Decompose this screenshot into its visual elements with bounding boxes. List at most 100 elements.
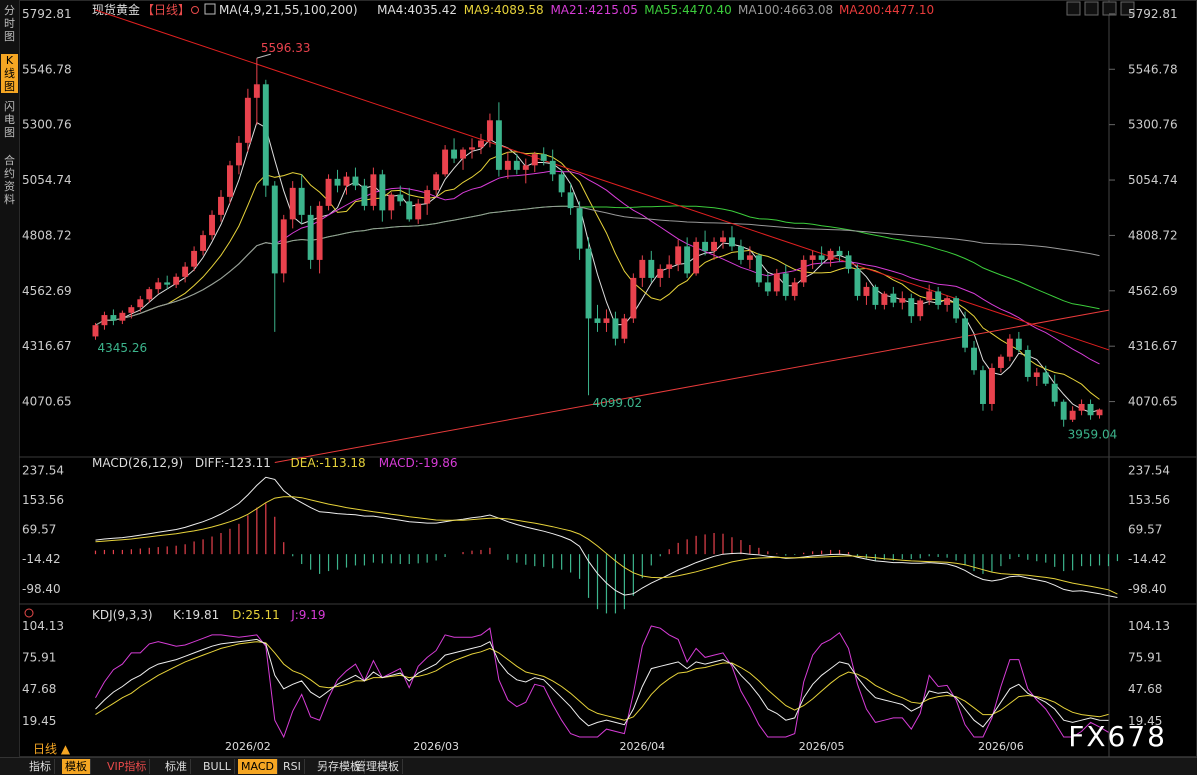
ma-legend-1: MA4:4035.42 [377, 3, 457, 17]
candle-body [755, 255, 762, 283]
candle-body [693, 241, 700, 274]
candle-body [612, 318, 619, 339]
candle-body [1024, 349, 1031, 377]
chart-canvas[interactable]: 现货黄金 【日线】 MA(4,9,21,55,100,200) MA4:4035.42… [19, 0, 1197, 757]
candle-body [406, 201, 413, 220]
candle-body [155, 282, 162, 290]
macd-legend-2: DEA:-113.18 [291, 456, 366, 470]
macd-ytick-right-1: 153.56 [1128, 493, 1170, 507]
annotation-1: 4345.26 [97, 341, 147, 355]
macd-ytick-right-3: -14.42 [1128, 552, 1167, 566]
candle-body [702, 241, 709, 251]
bottom-tab-2[interactable]: VIP指标 [104, 759, 151, 774]
bottom-tab-8[interactable]: 管理模板 [352, 759, 403, 774]
candle-body [971, 347, 977, 371]
candle-body [110, 315, 117, 321]
main-ytick-right-6: 4316.67 [1128, 339, 1178, 353]
rail-tab-2[interactable]: 闪电图 [1, 100, 18, 139]
candle-body [522, 165, 529, 170]
candle-body [191, 250, 198, 267]
macd-legend-1: DIFF:-123.11 [195, 456, 271, 470]
candle-body [379, 174, 386, 211]
ma21-line [95, 170, 1100, 365]
main-ytick-right-5: 4562.69 [1128, 284, 1178, 298]
candle-body [253, 84, 260, 98]
candle-body [1015, 338, 1022, 350]
candle-body [101, 315, 108, 326]
add-icon [191, 6, 199, 14]
candle-body [962, 318, 969, 348]
candle-body [460, 149, 466, 159]
ma4-line [95, 121, 1100, 413]
rail-tab-3[interactable]: 合约资料 [1, 154, 18, 206]
candle-body [773, 273, 780, 292]
candle-body [1060, 401, 1067, 420]
candle-body [603, 318, 610, 323]
watermark-logo: FX678 [1068, 720, 1167, 753]
candle-body [343, 176, 350, 186]
candle-body [513, 160, 520, 170]
candle-body [92, 325, 99, 337]
candle-body [424, 190, 431, 204]
candle-body [352, 176, 359, 186]
candle-body [146, 289, 153, 300]
candle-body [980, 370, 986, 404]
candle-body [307, 214, 314, 260]
candle-body [666, 264, 673, 269]
candle-body [433, 174, 440, 191]
candle-body [782, 273, 789, 296]
annotation-3: 3959.04 [1068, 428, 1118, 442]
candle-body [442, 149, 449, 175]
candle-body [1087, 403, 1094, 416]
bottom-tab-0[interactable]: 指标 [26, 759, 55, 774]
kdj-ytick-left-1: 75.91 [22, 650, 56, 664]
xtick-1: 2026/03 [413, 740, 459, 753]
xtick-0: 2026/02 [225, 740, 271, 753]
bottom-tab-3[interactable]: 标准 [162, 759, 191, 774]
kdj-ytick-left-3: 19.45 [22, 714, 56, 728]
rail-tab-0[interactable]: 分时图 [1, 4, 18, 43]
ma-legend-3: MA21:4215.05 [550, 3, 638, 17]
xtick-3: 2026/05 [799, 740, 845, 753]
candle-body [531, 154, 538, 166]
candle-body [1006, 338, 1013, 357]
period-label[interactable]: 日线 ▲ [33, 740, 70, 757]
ma-legend-5: MA100:4663.08 [738, 3, 833, 17]
zoom-in-icon[interactable] [1084, 1, 1099, 16]
candle-body [576, 208, 583, 249]
candle-body [182, 266, 189, 277]
bottom-tab-4[interactable]: BULL [200, 759, 235, 774]
candle-body [890, 293, 897, 303]
candle-body [397, 194, 404, 202]
main-ytick-left-1: 5546.78 [22, 62, 72, 76]
main-ytick-left-3: 5054.74 [22, 173, 72, 187]
macd-ytick-right-0: 237.54 [1128, 463, 1170, 477]
zoom-out-icon[interactable] [1102, 1, 1117, 16]
candle-body [872, 286, 879, 305]
candle-body [944, 298, 951, 305]
candle-body [271, 185, 278, 274]
kdj-settings-icon [24, 608, 34, 618]
candle-body [567, 192, 574, 209]
candle-body [119, 312, 126, 321]
candle-body [504, 160, 511, 170]
ma-legend-4: MA55:4470.40 [644, 3, 732, 17]
rail-tab-1[interactable]: K线图 [1, 54, 18, 93]
candle-body [675, 246, 682, 265]
candle-body [657, 268, 664, 278]
candle-body [630, 277, 637, 319]
macd-ytick-left-3: -14.42 [22, 552, 61, 566]
macd-ytick-left-4: -98.40 [22, 582, 61, 596]
crosshair-icon[interactable] [1066, 1, 1081, 16]
kdj-ytick-right-2: 47.68 [1128, 682, 1162, 696]
kdj-ytick-right-1: 75.91 [1128, 650, 1162, 664]
bottom-tab-5[interactable]: MACD [238, 759, 278, 774]
candle-body [908, 298, 915, 317]
bottom-tab-6[interactable]: RSI [280, 759, 305, 774]
candle-body [800, 259, 807, 283]
annotation-2: 4099.02 [593, 396, 643, 410]
bottom-tab-1[interactable]: 模板 [62, 759, 91, 774]
candle-body [899, 298, 906, 303]
candle-body [361, 185, 368, 206]
macd-ytick-left-2: 69.57 [22, 523, 56, 537]
